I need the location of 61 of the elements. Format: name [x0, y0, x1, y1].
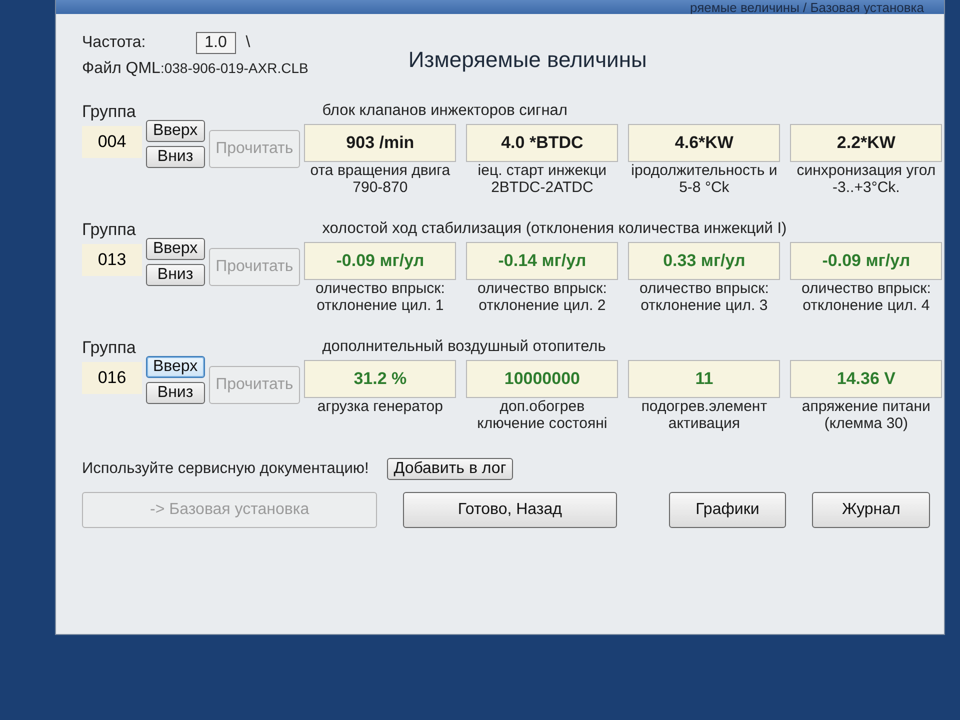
down-button[interactable]: Вниз — [146, 146, 205, 168]
group-title: блок клапанов инжекторов сигнал — [322, 102, 568, 120]
group-label: Группа — [82, 102, 137, 122]
notice-text: Используйте сервисную документацию! — [82, 460, 369, 478]
log-button[interactable]: Журнал — [812, 492, 930, 528]
measure-spec: отклонение цил. 2 — [478, 297, 606, 314]
measure-spec: 2BTDC-2ATDC — [491, 179, 594, 196]
group-label: Группа — [82, 338, 137, 358]
value-field: 31.2 % — [304, 360, 456, 398]
value-field: -0.09 мг/ул — [790, 242, 942, 280]
window-title: ряемые величины / Базовая установка — [56, 0, 944, 14]
group-number-field[interactable]: 013 — [82, 244, 142, 276]
down-button[interactable]: Вниз — [146, 264, 205, 286]
value-field: -0.14 мг/ул — [466, 242, 618, 280]
heading: Измеряемые величины — [408, 47, 647, 73]
up-button[interactable]: Вверх — [146, 238, 205, 260]
value-field: 903 /min — [304, 124, 456, 162]
add-to-log-button[interactable]: Добавить в лог — [386, 458, 514, 480]
measure-name: агрузка генератор — [317, 398, 443, 415]
measure-name: оличество впрыск: — [639, 280, 769, 297]
up-button[interactable]: Вверх — [146, 356, 205, 378]
file-label: Файл QML:038-906-019-AXR.CLB — [82, 60, 308, 78]
up-button[interactable]: Вверх — [146, 120, 205, 142]
graphs-button[interactable]: Графики — [668, 492, 786, 528]
value-field: 4.6*KW — [628, 124, 780, 162]
group-title: дополнительный воздушный отопитель — [322, 338, 607, 356]
measure-name: іец. старт инжекци — [478, 162, 607, 179]
measure-spec: 5-8 °Ck — [679, 179, 730, 196]
measure-spec: ключение состояні — [477, 415, 608, 432]
value-field: 10000000 — [466, 360, 618, 398]
value-field: 0.33 мг/ул — [628, 242, 780, 280]
measure-name: оличество впрыск: — [801, 280, 931, 297]
measure-spec: отклонение цил. 3 — [640, 297, 768, 314]
group-title: холостой ход стабилизация (отклонения количества инжекций I) — [322, 220, 788, 238]
measure-name: ота вращения двига — [310, 162, 450, 179]
group-number-field[interactable]: 016 — [82, 362, 142, 394]
measure-spec: 790-870 — [352, 179, 408, 196]
measure-name: оличество впрыск: — [315, 280, 445, 297]
measure-name: доп.обогрев — [500, 398, 585, 415]
measure-name: подогрев.элемент — [641, 398, 768, 415]
measure-spec: -3..+3°Ck. — [832, 179, 900, 196]
value-field: -0.09 мг/ул — [304, 242, 456, 280]
group-number-field[interactable]: 004 — [82, 126, 142, 158]
done-back-button[interactable]: Готово, Назад — [403, 492, 617, 528]
measure-name: синхронизация угол — [796, 162, 936, 179]
measure-spec: отклонение цил. 4 — [802, 297, 930, 314]
measure-spec: (клемма 30) — [824, 415, 908, 432]
measure-name: іродолжительность и — [631, 162, 778, 179]
measure-spec: активация — [668, 415, 740, 432]
measure-name: апряжение питани — [802, 398, 930, 415]
value-field: 4.0 *BTDC — [466, 124, 618, 162]
value-field: 2.2*KW — [790, 124, 942, 162]
value-field: 14.36 V — [790, 360, 942, 398]
down-button[interactable]: Вниз — [146, 382, 205, 404]
value-field: 11 — [628, 360, 780, 398]
measure-name: оличество впрыск: — [477, 280, 607, 297]
activity-indicator: \ — [246, 34, 250, 52]
rate-field[interactable]: 1.0 — [196, 32, 236, 54]
rate-label: Частота: — [82, 34, 146, 52]
measure-spec: отклонение цил. 1 — [316, 297, 444, 314]
group-label: Группа — [82, 220, 137, 240]
